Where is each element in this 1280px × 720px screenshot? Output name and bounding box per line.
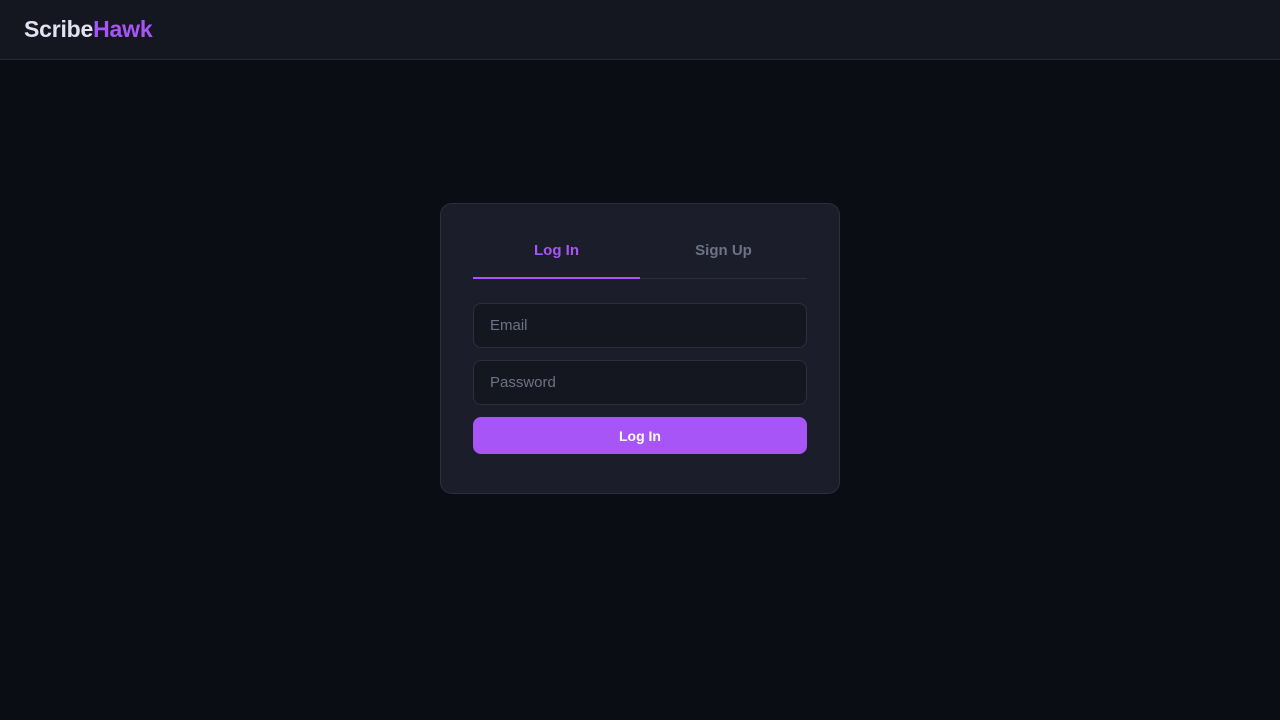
log-in-button[interactable]: Log In — [473, 417, 807, 454]
auth-tabs: Log In Sign Up — [473, 243, 807, 279]
logo-text-primary: Scribe — [24, 16, 94, 42]
app-logo[interactable]: ScribeHawk — [24, 16, 153, 43]
tab-log-in[interactable]: Log In — [473, 243, 640, 279]
tab-sign-up[interactable]: Sign Up — [640, 243, 807, 278]
logo-text-accent: Hawk — [93, 16, 153, 42]
top-bar: ScribeHawk — [0, 0, 1280, 60]
auth-card: Log In Sign Up Log In — [440, 203, 840, 494]
email-input[interactable] — [473, 303, 807, 348]
password-input[interactable] — [473, 360, 807, 405]
